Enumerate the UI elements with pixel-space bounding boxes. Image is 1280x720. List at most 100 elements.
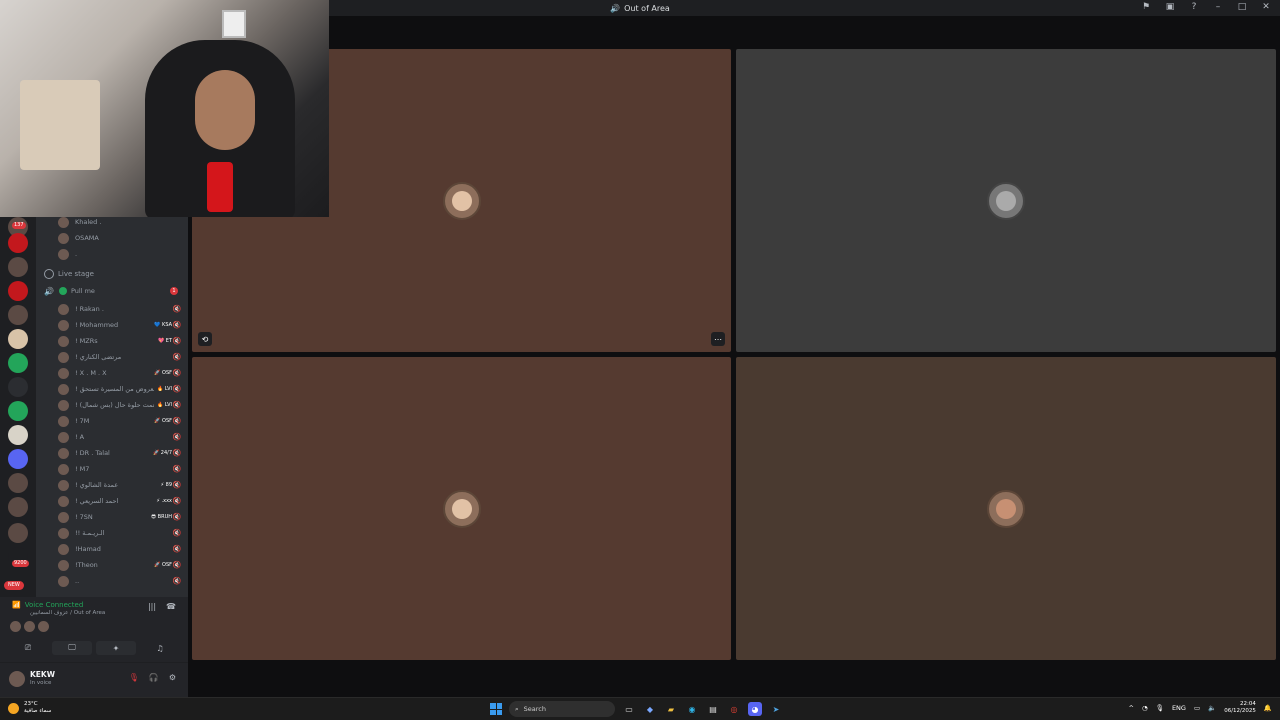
member-row[interactable]: !Theon 🚀 OSF 🔇 (36, 558, 188, 572)
avatar[interactable] (24, 621, 35, 632)
activities-button[interactable]: ✦ (96, 641, 136, 655)
server-icon[interactable] (8, 329, 28, 349)
member-row[interactable]: ! مرتضى الكناري 🔇 (36, 350, 188, 364)
server-icon[interactable] (8, 305, 28, 325)
discord-icon[interactable]: ◕ (748, 702, 762, 716)
member-name: ! M7 (75, 465, 90, 473)
member-row[interactable]: ! M7 🔇 (36, 462, 188, 476)
swap-icon[interactable]: ⟲ (198, 332, 212, 346)
list-item[interactable]: OSAMA (36, 231, 188, 245)
server-icon[interactable] (8, 473, 28, 493)
more-options-icon[interactable]: ⋯ (711, 332, 725, 346)
monitor-icon[interactable]: ▭ (1194, 704, 1200, 712)
server-icon[interactable] (8, 377, 28, 397)
close-icon[interactable]: ✕ (1260, 1, 1272, 13)
avatar (442, 489, 481, 528)
server-icon[interactable] (8, 401, 28, 421)
notification-icon[interactable]: 🔔 (1264, 704, 1272, 712)
windows-start-icon[interactable] (490, 703, 502, 715)
flag-icon[interactable]: ⚑ (1140, 1, 1152, 13)
member-row[interactable]: ! DR . Talal 🚀 24/7 🔇 (36, 446, 188, 460)
muted-icon: 🔇 (172, 417, 182, 425)
gear-icon[interactable]: ⚙ (169, 673, 176, 682)
search-input[interactable]: ⌕ Search (509, 701, 615, 717)
server-icon[interactable] (8, 497, 28, 517)
member-name: ! عمدة الشالوي (75, 481, 119, 489)
member-row[interactable]: ! احمد السريعي ⚡ .xxx 🔇 (36, 494, 188, 508)
screen-share-button[interactable]: 🖵 (52, 641, 92, 655)
voice-channel-pull-me[interactable]: 🔊 Pull me 1 (36, 284, 188, 298)
server-icon[interactable] (8, 523, 28, 543)
noise-suppression-icon[interactable]: ||| (148, 602, 156, 611)
member-name: ! DR . Talal (75, 449, 110, 457)
deafen-icon[interactable]: 🎧 (149, 673, 159, 682)
avatar (58, 415, 69, 427)
participant-tile[interactable] (736, 357, 1276, 660)
voice-location[interactable]: عزوف السمانيين / Out of Area (30, 610, 105, 616)
participant-tile[interactable] (736, 49, 1276, 352)
avatar (58, 383, 69, 395)
chrome-icon[interactable]: ◎ (727, 702, 741, 716)
file-explorer-icon[interactable]: ▰ (664, 702, 678, 716)
member-row[interactable]: ! A 🔇 (36, 430, 188, 444)
help-icon[interactable]: ? (1188, 1, 1200, 13)
weather-widget[interactable]: 23°C سماء صافية (8, 701, 51, 715)
list-item[interactable]: . (36, 247, 188, 261)
volume-icon[interactable]: 🔈 (1208, 704, 1216, 712)
server-icon[interactable] (8, 425, 28, 445)
member-tag: ⚡ 89 (160, 482, 172, 488)
stage-channel[interactable]: Live stage (36, 267, 188, 281)
steam-icon[interactable]: ➤ (769, 702, 783, 716)
list-item[interactable]: Khaled . (36, 217, 188, 229)
member-name: ! X . M . X (75, 369, 107, 377)
username[interactable]: KEKW (30, 670, 55, 679)
member-tag: 💙 KSA (154, 322, 172, 328)
voice-participants (10, 621, 49, 632)
member-name: ! MZRs (75, 337, 98, 345)
member-row[interactable]: ! المعروض من المسيرة تستحق 🔥 LVI 🔇 (36, 382, 188, 396)
taskbar-apps: ⌕ Search ▭ ◆ ▰ ◉ ▤ ◎ ◕ ➤ (490, 701, 783, 717)
maximize-icon[interactable]: □ (1236, 1, 1248, 13)
discord-server-icon[interactable] (8, 449, 28, 469)
server-icon[interactable] (8, 353, 28, 373)
disconnect-icon[interactable]: ☎ (166, 602, 176, 611)
network-icon[interactable]: ◔ (1142, 704, 1148, 712)
mute-icon[interactable]: 🎙 (129, 673, 139, 682)
server-icon[interactable] (8, 281, 28, 301)
member-row[interactable]: .. 🔇 (36, 574, 188, 588)
soundboard-button[interactable]: ♫ (140, 641, 180, 655)
member-row[interactable]: ! MZRs 💖 ET 🔇 (36, 334, 188, 348)
member-row[interactable]: ! Mohammed 💙 KSA 🔇 (36, 318, 188, 332)
screen-icon[interactable]: ▣ (1164, 1, 1176, 13)
avatar[interactable] (38, 621, 49, 632)
language-indicator[interactable]: ENG (1172, 704, 1186, 712)
member-row[interactable]: ! 7SN 😎 BRUH 🔇 (36, 510, 188, 524)
clock[interactable]: 22:04 06/12/2025 (1224, 701, 1256, 715)
speaker-icon: 🔊 (44, 286, 54, 296)
mic-icon[interactable]: 🎙 (1156, 704, 1164, 712)
user-status: In voice (30, 680, 52, 686)
avatar[interactable] (9, 671, 25, 687)
store-icon[interactable]: ▤ (706, 702, 720, 716)
member-tag: 🔥 LVI (157, 386, 172, 392)
minimize-icon[interactable]: – (1212, 1, 1224, 13)
server-icon[interactable] (8, 257, 28, 277)
member-row[interactable]: ! عمدة الشالوي ⚡ 89 🔇 (36, 478, 188, 492)
edge-icon[interactable]: ◉ (685, 702, 699, 716)
participant-tile[interactable] (192, 357, 731, 660)
server-icon[interactable] (8, 233, 28, 253)
copilot-icon[interactable]: ◆ (643, 702, 657, 716)
member-row[interactable]: !! الـريـمـة 🔇 (36, 526, 188, 540)
member-row[interactable]: !Hamad 🔇 (36, 542, 188, 556)
task-view-icon[interactable]: ▭ (622, 702, 636, 716)
camera-button[interactable]: ⎚ (8, 641, 48, 655)
member-row[interactable]: ! X . M . X 🚀 OSF 🔇 (36, 366, 188, 380)
avatar (58, 447, 69, 459)
chevron-up-icon[interactable]: ^ (1129, 704, 1134, 712)
member-row[interactable]: ! Rakan . 🔇 (36, 302, 188, 316)
voice-status[interactable]: 📶 Voice Connected (12, 601, 83, 609)
badge: 9200 (12, 560, 29, 567)
member-row[interactable]: ! بانمت حلوة حال (بس شمال) 🔥 LVI 🔇 (36, 398, 188, 412)
member-row[interactable]: ! 7M 🚀 OSF 🔇 (36, 414, 188, 428)
avatar[interactable] (10, 621, 21, 632)
